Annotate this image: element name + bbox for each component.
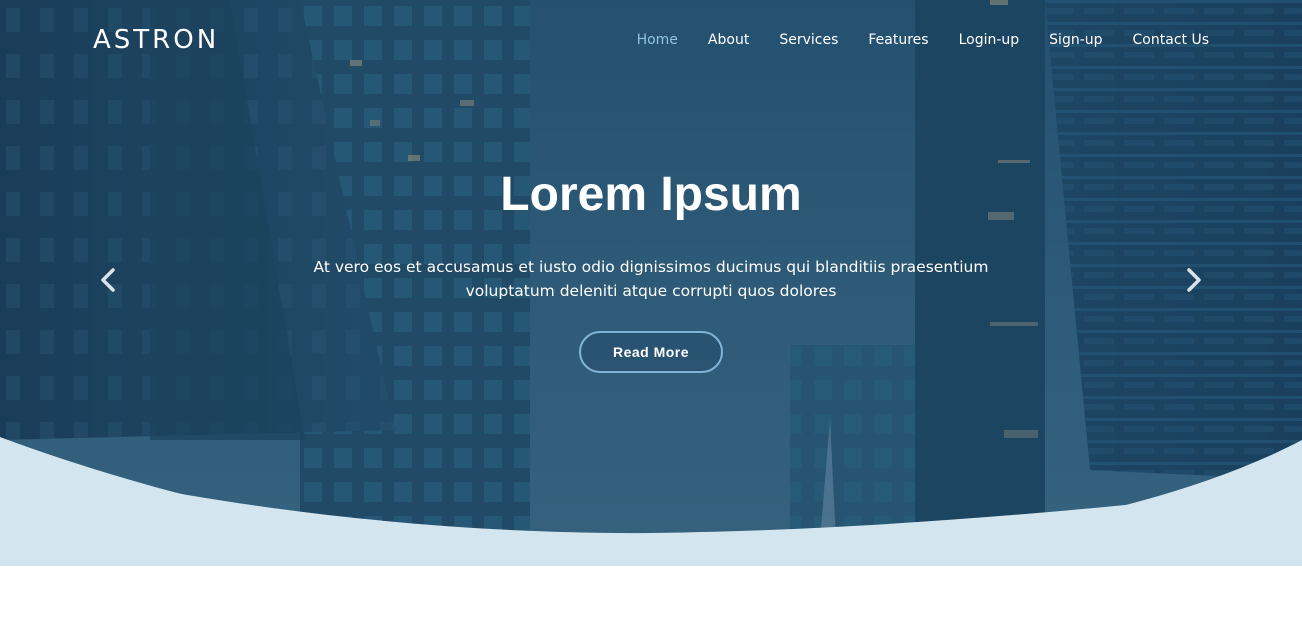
nav-link-contact-us[interactable]: Contact Us — [1133, 30, 1209, 50]
nav-link-about[interactable]: About — [708, 30, 749, 50]
nav-link-services[interactable]: Services — [779, 30, 838, 50]
brand-logo[interactable]: ASTRON — [93, 22, 219, 58]
nav-item-login: Login-up — [929, 30, 1020, 50]
main-nav: Home About Services Features Login-up Si… — [607, 30, 1209, 50]
nav-item-signup: Sign-up — [1019, 30, 1102, 50]
read-more-button[interactable]: Read More — [578, 331, 724, 373]
nav-link-features[interactable]: Features — [868, 30, 928, 50]
nav-item-about: About — [678, 30, 749, 50]
hero-section: ASTRON Home About Services Features Logi… — [0, 0, 1302, 625]
hero-title: Lorem Ipsum — [500, 168, 802, 221]
nav-item-contact: Contact Us — [1103, 30, 1209, 50]
nav-item-home: Home — [607, 30, 678, 50]
nav-link-sign-up[interactable]: Sign-up — [1049, 30, 1102, 50]
nav-item-services: Services — [749, 30, 838, 50]
top-navbar: ASTRON Home About Services Features Logi… — [0, 0, 1302, 82]
nav-link-home[interactable]: Home — [637, 30, 678, 50]
hero-content: Lorem Ipsum At vero eos et accusamus et … — [0, 165, 1302, 373]
nav-item-features: Features — [838, 30, 928, 50]
nav-link-login-up[interactable]: Login-up — [959, 30, 1020, 50]
hero-description: At vero eos et accusamus et iusto odio d… — [313, 258, 989, 300]
